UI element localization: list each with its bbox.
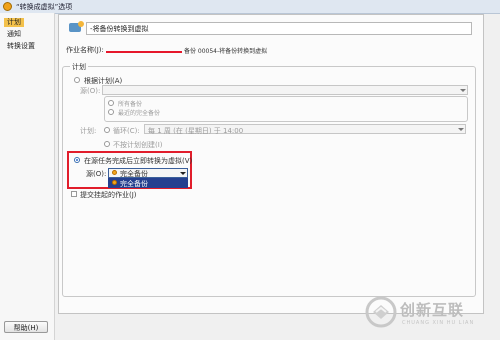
- source-label: 源(O):: [80, 87, 101, 95]
- recurring-radio[interactable]: [104, 127, 110, 133]
- all-backups-radio[interactable]: [108, 100, 114, 106]
- recurring-label: 循环(C):: [113, 127, 140, 135]
- sidebar-item-schedule[interactable]: 计划: [4, 18, 24, 27]
- latest-full-backup-label: 最近的完全备份: [118, 110, 161, 117]
- chevron-down-icon: [458, 128, 464, 131]
- watermark-logo: 创新互联 CHUANG XIN HU LIAN: [362, 293, 494, 331]
- backup-icon: [112, 170, 117, 175]
- app-icon: [3, 2, 12, 11]
- after-backup-label: 在源任务完成后立即转换为虚拟(V): [84, 157, 193, 165]
- chevron-down-icon: [180, 172, 186, 175]
- schedule-group-label: 计划: [70, 62, 88, 72]
- after-source-label: 源(O):: [86, 170, 107, 178]
- by-schedule-radio[interactable]: [74, 77, 80, 83]
- no-schedule-radio[interactable]: [104, 141, 110, 147]
- title-bar: “转换成虚拟”选项: [0, 0, 500, 14]
- job-name-redaction: [106, 51, 182, 53]
- recurrence-value: 每 1 周 (在 (星期日) 于 14:00: [148, 127, 244, 135]
- no-schedule-label: 不按计划创建(I): [113, 141, 163, 149]
- latest-full-backup-radio[interactable]: [108, 109, 114, 115]
- sidebar: 计划 通知 转换设置: [0, 13, 55, 340]
- all-backups-label: 所有备份: [118, 101, 143, 108]
- watermark-subtext: CHUANG XIN HU LIAN: [402, 320, 475, 326]
- watermark-name: 创新互联: [400, 301, 465, 319]
- plan-label: 计划:: [80, 127, 97, 135]
- header-title: -将备份转换到虚拟: [90, 25, 149, 33]
- job-name-label: 作业名称(J):: [66, 46, 104, 54]
- sidebar-item-conversion-settings[interactable]: 转换设置: [4, 42, 38, 51]
- help-button[interactable]: 帮助(H): [4, 321, 48, 333]
- chevron-down-icon: [460, 89, 466, 92]
- backup-icon: [112, 180, 117, 185]
- after-backup-radio[interactable]: [74, 157, 80, 163]
- hold-job-label: 提交挂起的作业(J): [80, 191, 137, 199]
- job-name-value[interactable]: 备份 00054-将备份转换到虚拟: [184, 46, 267, 55]
- after-source-option-full[interactable]: 完全备份: [120, 179, 148, 189]
- sidebar-item-notification[interactable]: 通知: [4, 30, 24, 39]
- hold-job-checkbox[interactable]: [71, 191, 77, 197]
- window-title: “转换成虚拟”选项: [16, 3, 73, 11]
- job-type-icon: [69, 21, 84, 32]
- source-dropdown[interactable]: [102, 85, 468, 95]
